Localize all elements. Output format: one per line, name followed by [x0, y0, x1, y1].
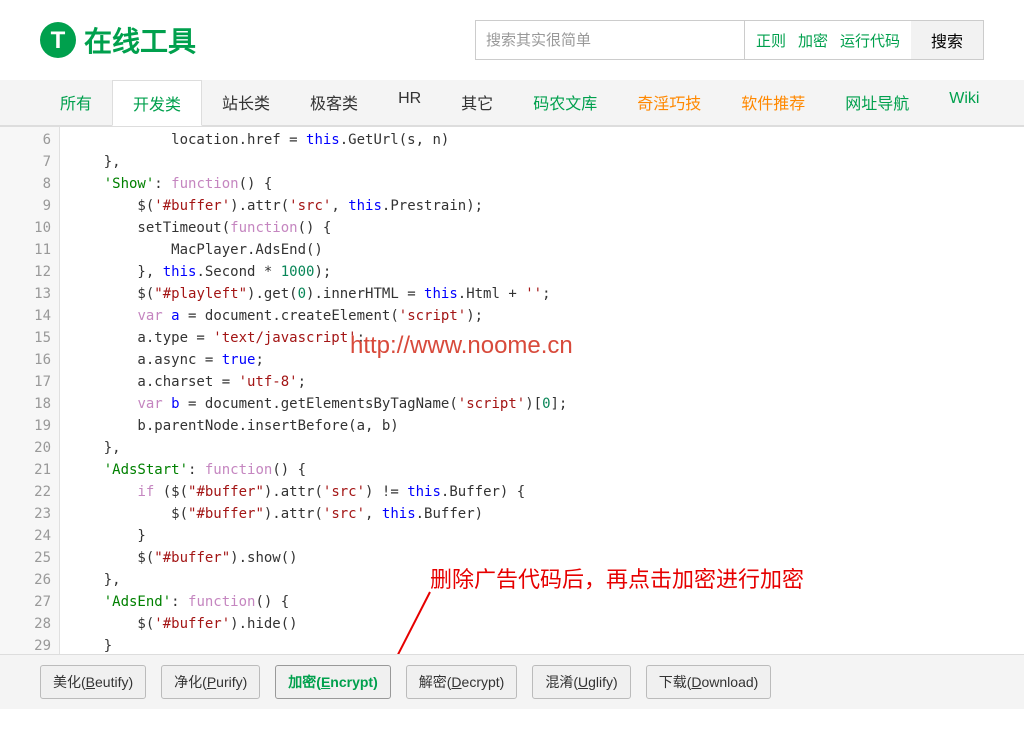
svg-text:T: T	[51, 27, 66, 54]
search-tag[interactable]: 加密	[792, 30, 834, 51]
nav-tab[interactable]: 软件推荐	[721, 80, 825, 125]
nav-tab[interactable]: 网址导航	[825, 80, 929, 125]
code-area[interactable]: location.href = this.GetUrl(s, n) }, 'Sh…	[60, 127, 1024, 654]
code-editor[interactable]: 6789101112131415161718192021222324252627…	[0, 126, 1024, 654]
tool-button[interactable]: 解密(Decrypt)	[406, 665, 518, 699]
nav-tab[interactable]: 站长类	[202, 80, 290, 125]
nav-tabs: 所有开发类站长类极客类HR其它码农文库奇淫巧技软件推荐网址导航Wiki	[0, 80, 1024, 126]
tool-button[interactable]: 净化(Purify)	[161, 665, 260, 699]
nav-tab[interactable]: 开发类	[112, 80, 202, 126]
nav-tab[interactable]: 所有	[40, 80, 112, 125]
tool-button[interactable]: 混淆(Uglify)	[532, 665, 630, 699]
nav-tab[interactable]: Wiki	[929, 80, 999, 125]
search-tag[interactable]: 运行代码	[834, 30, 906, 51]
toolbar: 美化(Beutify) 净化(Purify) 加密(Encrypt) 解密(Decry…	[0, 654, 1024, 709]
search-button[interactable]: 搜索	[911, 20, 984, 60]
tool-button[interactable]: 下载(Download)	[646, 665, 772, 699]
search-box: 正则加密运行代码 搜索	[475, 20, 984, 60]
nav-tab[interactable]: HR	[378, 80, 441, 125]
search-tag[interactable]: 正则	[750, 30, 792, 51]
logo-icon: T	[40, 22, 76, 58]
line-gutter: 6789101112131415161718192021222324252627…	[0, 127, 60, 654]
nav-tab[interactable]: 其它	[441, 80, 513, 125]
search-tags: 正则加密运行代码	[745, 20, 911, 60]
nav-tab[interactable]: 码农文库	[513, 80, 617, 125]
logo[interactable]: T 在线工具	[40, 20, 196, 60]
search-input[interactable]	[475, 20, 745, 60]
logo-text: 在线工具	[84, 20, 196, 60]
tool-button[interactable]: 美化(Beutify)	[40, 665, 146, 699]
nav-tab[interactable]: 极客类	[290, 80, 378, 125]
nav-tab[interactable]: 奇淫巧技	[617, 80, 721, 125]
tool-button[interactable]: 加密(Encrypt)	[275, 665, 390, 699]
